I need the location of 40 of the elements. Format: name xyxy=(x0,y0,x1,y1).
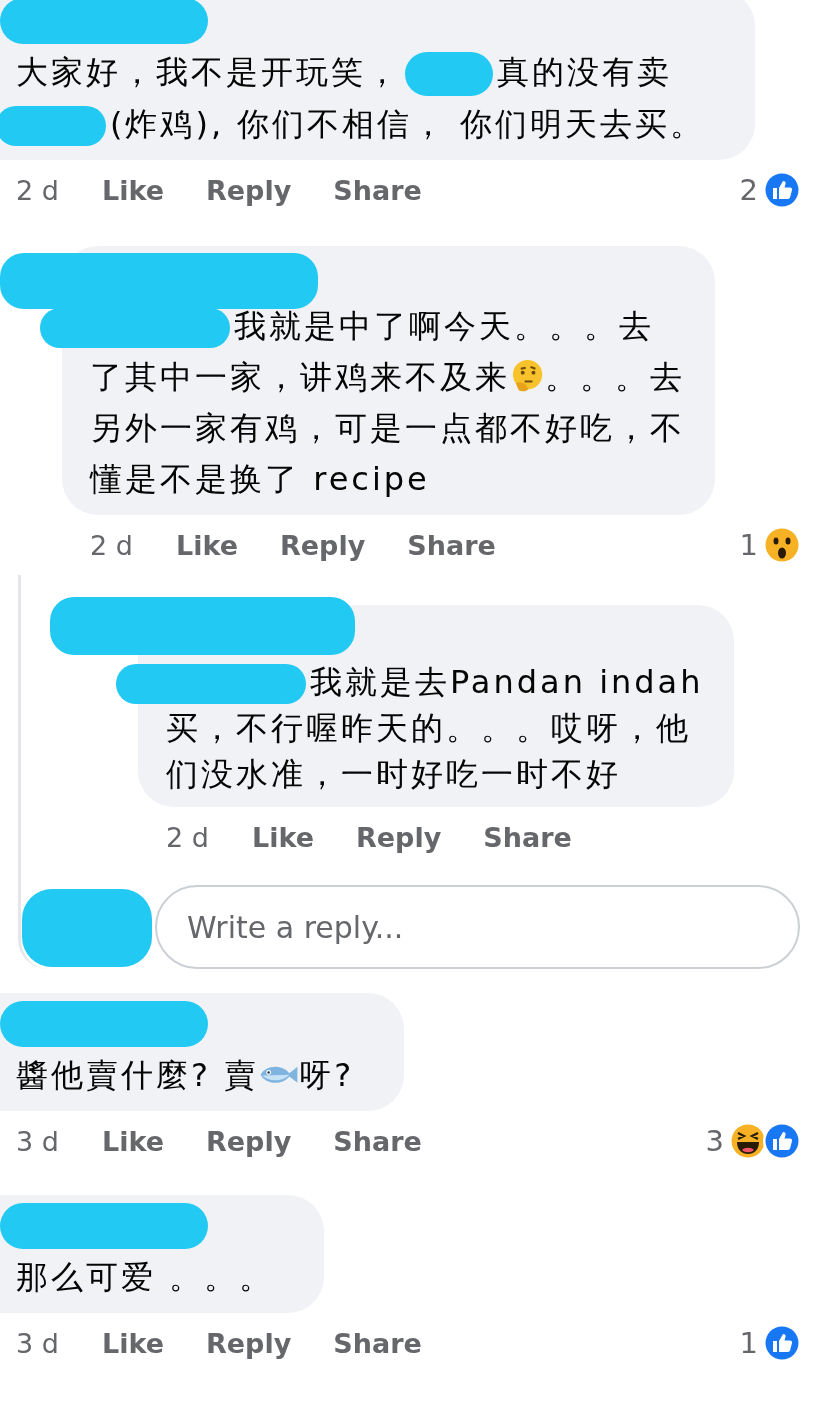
comment-action-link[interactable]: Reply xyxy=(206,1327,292,1359)
comment-text: 那么可爱 。。。 xyxy=(16,1258,275,1296)
comment-text: 另外一家有鸡，可是一点都不好吃，不 xyxy=(90,409,685,447)
reaction-count: 1 xyxy=(739,528,758,562)
comment-action-link[interactable]: Reply xyxy=(356,821,442,853)
comment-action-link[interactable]: Share xyxy=(333,1125,422,1157)
like-reaction-icon xyxy=(762,1121,802,1161)
comment-text: (炸鸡), 你们不相信， 你们明天去买。 xyxy=(110,105,706,143)
comment-action-link[interactable]: Like xyxy=(252,821,314,853)
comment-time: 2 d xyxy=(166,821,210,853)
comment-action-link[interactable]: Like xyxy=(176,529,238,561)
comment-text: 们没水准，一时好吃一时不好 xyxy=(166,755,621,793)
comment-text: 我就是去Pandan indah xyxy=(310,663,704,701)
comment-action-link[interactable]: Share xyxy=(333,1327,422,1359)
comment-text: 大家好，我不是开玩笑， xyxy=(16,53,401,91)
comment-action-link[interactable]: Share xyxy=(333,174,422,206)
comment-time: 2 d xyxy=(16,174,60,206)
reaction-count: 3 xyxy=(705,1124,724,1158)
comment-action-link[interactable]: Reply xyxy=(206,1125,292,1157)
comment-action-link[interactable]: Like xyxy=(102,1327,164,1359)
reply-field[interactable]: Write a reply... xyxy=(155,885,800,969)
comment-time: 3 d xyxy=(16,1125,60,1157)
comment-action-link[interactable]: Reply xyxy=(280,529,366,561)
comment-time: 3 d xyxy=(16,1327,60,1359)
comment-text: 。。。去 xyxy=(545,358,686,396)
comment-text: 懂是不是换了 recipe xyxy=(90,460,430,498)
comment-time: 2 d xyxy=(90,529,134,561)
comment-text: 买，不行喔昨天的。。。哎呀，他 xyxy=(166,709,691,747)
comment-text: 真的没有卖 xyxy=(497,53,672,91)
reaction-count: 2 xyxy=(739,173,758,207)
comment-text: 醬他賣什麼? 賣 xyxy=(16,1056,260,1094)
comment-action-link[interactable]: Share xyxy=(407,529,496,561)
comment-action-link[interactable]: Like xyxy=(102,1125,164,1157)
comment-action-link[interactable]: Like xyxy=(102,174,164,206)
comment-text: 呀? xyxy=(299,1056,355,1094)
comment-action-link[interactable]: Share xyxy=(483,821,572,853)
comment-text: 了其中一家，讲鸡来不及来 xyxy=(90,358,510,396)
reaction-count: 1 xyxy=(739,1326,758,1360)
comment-text: 我就是中了啊今天。。。去 xyxy=(234,307,654,345)
comment-action-link[interactable]: Reply xyxy=(206,174,292,206)
